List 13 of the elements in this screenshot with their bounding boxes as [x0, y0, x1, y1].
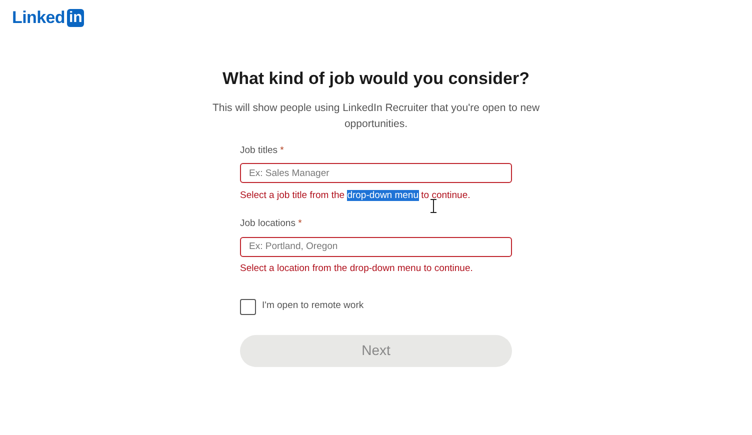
logo-wordmark: Linked [12, 7, 65, 30]
input-field[interactable]: Ex: Sales Manager [240, 163, 512, 184]
input-field[interactable]: Ex: Portland, Oregon [240, 236, 512, 257]
page-heading: What kind of job would you consider? [222, 68, 530, 90]
error-message: Select a location from the drop-down menu to continue. [240, 262, 474, 276]
logo-badge: in [67, 9, 84, 27]
text-cursor-icon [430, 199, 437, 213]
checkbox[interactable] [240, 298, 256, 314]
field-label: Job titles * [240, 144, 285, 158]
error-message: Select a job title from the drop-down menu to continue. [240, 188, 472, 203]
field-label: Job locations * [240, 217, 303, 231]
checkbox-label: I'm open to remote work [262, 299, 364, 314]
subtitle: This will show people using LinkedIn Recruiter that you're open to new opportunities. [211, 100, 541, 132]
